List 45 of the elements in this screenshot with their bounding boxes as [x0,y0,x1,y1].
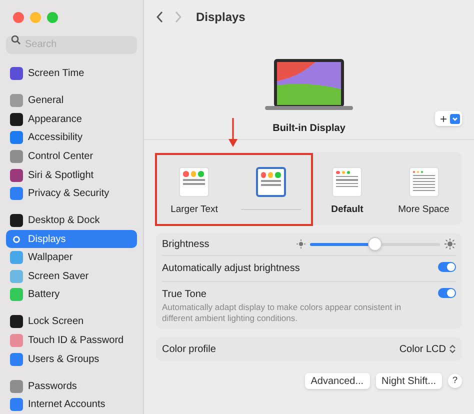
bright-sun-icon [444,238,456,250]
sidebar-item[interactable]: Desktop & Dock [6,211,137,230]
sidebar-item[interactable]: Wallpaper [6,248,137,268]
search-icon [11,35,21,46]
sidebar-item[interactable]: Touch ID & Password [6,331,137,350]
brightness-slider[interactable] [310,237,440,251]
sidebar-item[interactable]: General [6,91,137,110]
dialog-button[interactable]: Night Shift... [376,373,442,389]
dim-sun-icon [296,239,306,249]
brightness-label: Brightness [162,238,210,252]
chevron-down-icon[interactable] [450,114,460,124]
sidebar-item[interactable]: Siri & Spotlight [6,166,137,184]
setting-description: Automatically adapt display to make colors appear consistent in different ambient lighting conditions. [162,302,402,324]
display-name: Built-in Display [272,122,346,136]
dialog-button[interactable]: Advanced... [304,373,370,389]
sidebar-item[interactable]: Accessibility [6,128,137,148]
resolution-label: Default [331,203,364,217]
zoom-button[interactable] [47,12,58,23]
resolution-label: More Space [398,203,450,217]
resolution-thumbnail[interactable] [256,167,286,197]
sidebar-item[interactable]: Screen Time [6,64,137,83]
color-profile-label: Color profile [162,342,217,356]
sidebar-item[interactable]: Appearance [6,110,137,129]
window-title: Displays [196,9,246,26]
sidebar-item[interactable]: Internet Accounts [6,395,137,414]
toggle-switch[interactable] [438,262,456,272]
sidebar-item[interactable]: Users & Groups [6,350,137,368]
color-profile-popup[interactable]: Color LCD [399,342,456,356]
forward-icon[interactable] [174,11,182,23]
sidebar-item[interactable]: Displays [6,230,137,248]
resolution-label: Larger Text [170,203,218,217]
setting-label: True Tone [162,288,208,302]
toggle-switch[interactable] [438,288,456,298]
setting-label: Automatically adjust brightness [162,262,301,276]
up-down-chevron-icon [449,344,456,354]
close-button[interactable] [13,12,24,23]
sidebar-item[interactable]: Lock Screen [6,312,137,332]
sidebar-item[interactable]: Privacy & Security [6,184,137,203]
sidebar-item[interactable]: Screen Saver [6,267,137,286]
back-icon[interactable] [156,11,164,23]
sidebar-item[interactable]: Battery [6,286,137,304]
sidebar-item[interactable]: Passwords [6,376,137,396]
annotation-arrow [228,118,238,148]
sidebar-item[interactable]: Control Center [6,147,137,166]
help-button[interactable]: ? [448,374,462,388]
